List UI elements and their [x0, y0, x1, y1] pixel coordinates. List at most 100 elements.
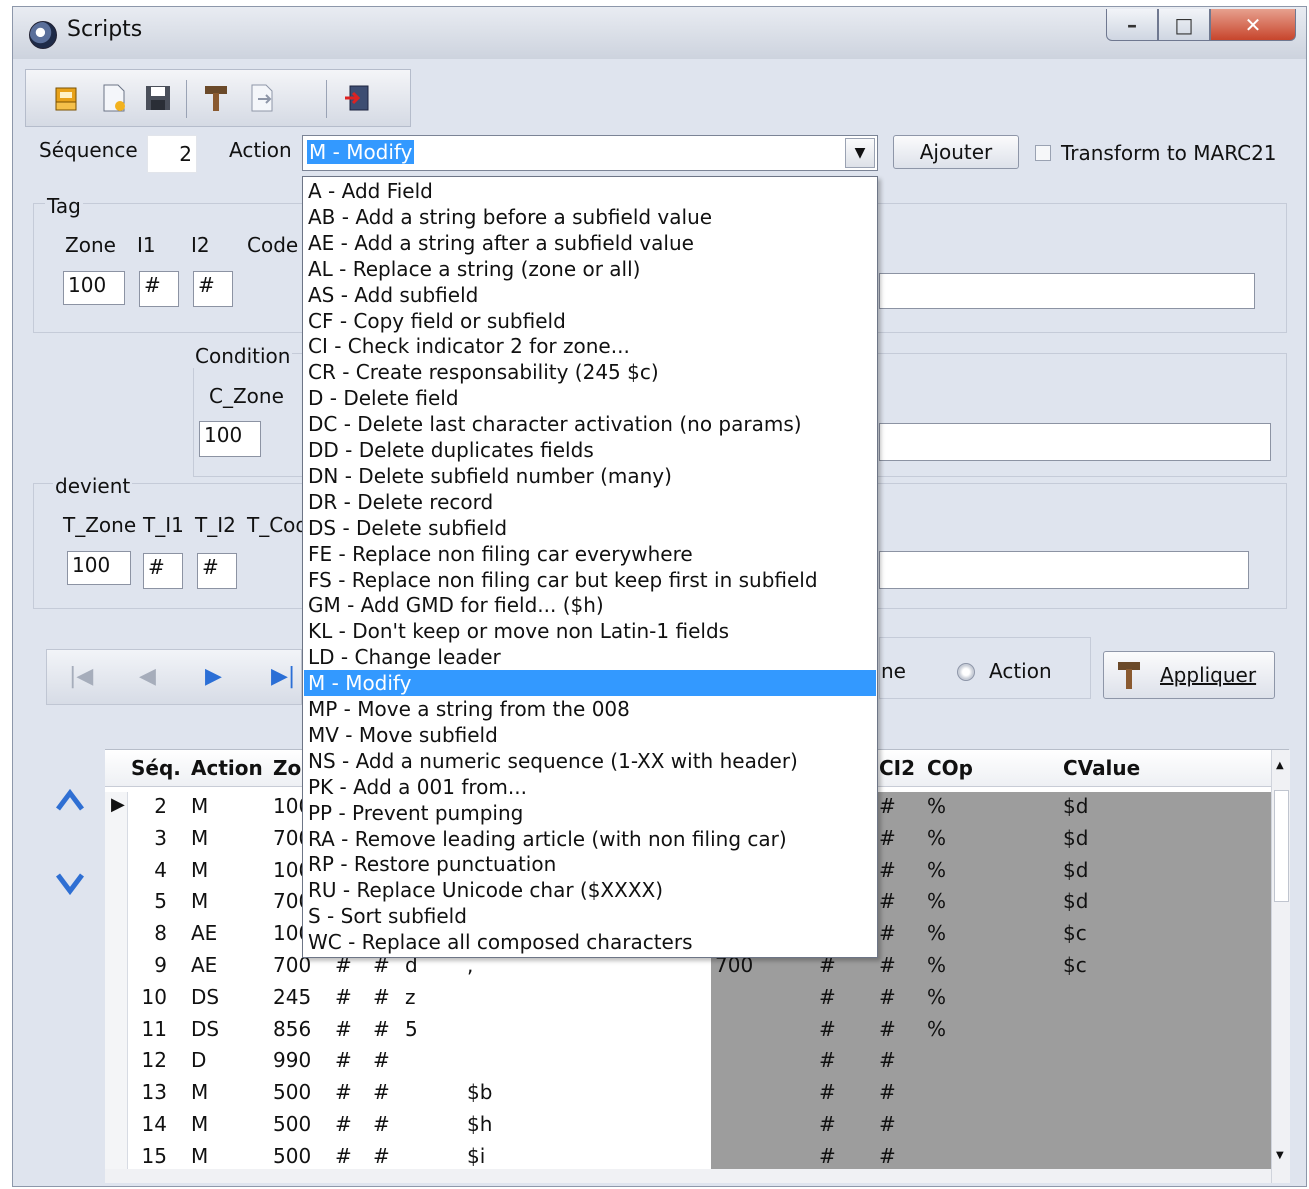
- dropdown-item[interactable]: D - Delete field: [304, 385, 876, 411]
- dropdown-item[interactable]: MP - Move a string from the 008: [304, 696, 876, 722]
- maximize-button[interactable]: □: [1158, 9, 1210, 41]
- table-row[interactable]: 13 M 500 # # $b # #: [105, 1078, 1289, 1110]
- c-zone-input[interactable]: 100: [199, 421, 261, 457]
- cell-ci2: #: [879, 857, 896, 882]
- t-i2-input[interactable]: #: [197, 553, 237, 589]
- toolbar-separator: [186, 80, 187, 118]
- dropdown-item[interactable]: AB - Add a string before a subfield valu…: [304, 204, 876, 230]
- transform-checkbox[interactable]: [1035, 145, 1051, 161]
- dropdown-item[interactable]: GM - Add GMD for field... ($h): [304, 592, 876, 618]
- dropdown-item[interactable]: RA - Remove leading article (with non fi…: [304, 826, 876, 852]
- ajouter-button[interactable]: Ajouter: [893, 135, 1019, 169]
- dropdown-item[interactable]: A - Add Field: [304, 178, 876, 204]
- move-up-icon[interactable]: [55, 787, 85, 817]
- action-combobox[interactable]: M - Modify ▼: [302, 135, 878, 171]
- dropdown-item[interactable]: DC - Delete last character activation (n…: [304, 411, 876, 437]
- dropdown-item[interactable]: CF - Copy field or subfield: [304, 308, 876, 334]
- devient-value-input[interactable]: [879, 551, 1249, 589]
- scroll-up-icon[interactable]: ▲: [1276, 760, 1284, 771]
- dropdown-item[interactable]: CI - Check indicator 2 for zone...: [304, 333, 876, 359]
- col-cop-header[interactable]: COp: [927, 756, 973, 780]
- dropdown-item[interactable]: AS - Add subfield: [304, 282, 876, 308]
- nav-first-button[interactable]: |◀: [69, 664, 93, 689]
- cell-zone: 990: [273, 1048, 312, 1073]
- cell-action: DS: [191, 984, 220, 1009]
- table-row[interactable]: 14 M 500 # # $h # #: [105, 1110, 1289, 1142]
- hammer-icon[interactable]: [200, 82, 232, 114]
- t-i1-label: T_I1: [143, 513, 184, 537]
- t-zone-input[interactable]: 100: [67, 551, 131, 585]
- grid-horizontal-scrollbar[interactable]: [105, 1169, 1271, 1183]
- cell-ci2: #: [879, 889, 896, 914]
- col-cvalue-header[interactable]: CValue: [1063, 756, 1140, 780]
- t-i1-input[interactable]: #: [143, 553, 183, 589]
- nav-prev-button[interactable]: ◀: [139, 664, 156, 689]
- new-document-icon[interactable]: [98, 82, 130, 114]
- i2-input[interactable]: #: [193, 271, 233, 307]
- minimize-button[interactable]: –: [1106, 9, 1158, 41]
- dropdown-item[interactable]: DN - Delete subfield number (many): [304, 463, 876, 489]
- dropdown-item[interactable]: FE - Replace non filing car everywhere: [304, 541, 876, 567]
- cell-cvalue: $d: [1063, 857, 1089, 882]
- i1-input[interactable]: #: [139, 271, 179, 307]
- cell-cvalue: $c: [1063, 953, 1087, 977]
- cell-ci2: #: [879, 921, 896, 946]
- dropdown-item[interactable]: CR - Create responsability (245 $c): [304, 359, 876, 385]
- col-seq-header[interactable]: Séq.: [131, 756, 181, 780]
- dropdown-item[interactable]: PP - Prevent pumping: [304, 800, 876, 826]
- dropdown-item[interactable]: FS - Replace non filing car but keep fir…: [304, 567, 876, 593]
- title-bar[interactable]: Scripts – □ ✕: [13, 7, 1306, 59]
- cell-i1: #: [335, 1080, 352, 1105]
- grid-vertical-scrollbar[interactable]: ▲ ▼: [1271, 750, 1290, 1183]
- scroll-down-icon[interactable]: ▼: [1276, 1150, 1284, 1161]
- condition-value-input[interactable]: [879, 423, 1271, 461]
- dropdown-item[interactable]: MV - Move subfield: [304, 722, 876, 748]
- zone-label: Zone: [65, 233, 116, 257]
- cell-cvalue: $d: [1063, 889, 1089, 914]
- cell-seq: 14: [141, 1112, 167, 1136]
- cell-zone: 500: [273, 1112, 312, 1136]
- nav-next-button[interactable]: ▶: [205, 664, 222, 689]
- sequence-input[interactable]: 2: [147, 135, 197, 173]
- cell-value: $i: [467, 1143, 486, 1168]
- dropdown-item[interactable]: AL - Replace a string (zone or all): [304, 256, 876, 282]
- tag-value-input[interactable]: [879, 273, 1255, 309]
- dropdown-item[interactable]: AE - Add a string after a subfield value: [304, 230, 876, 256]
- zone-input[interactable]: 100: [63, 271, 125, 305]
- cell-zone: 856: [273, 1016, 312, 1041]
- cell-seq: 10: [141, 984, 167, 1009]
- cell-seq: 5: [154, 889, 167, 914]
- col-action-header[interactable]: Action: [191, 756, 263, 780]
- dropdown-item[interactable]: WC - Replace all composed characters: [304, 929, 876, 955]
- dropdown-item[interactable]: DR - Delete record: [304, 489, 876, 515]
- dropdown-item[interactable]: KL - Don't keep or move non Latin-1 fiel…: [304, 618, 876, 644]
- export-document-icon[interactable]: [246, 82, 278, 114]
- close-button[interactable]: ✕: [1210, 9, 1296, 41]
- dropdown-item[interactable]: S - Sort subfield: [304, 903, 876, 929]
- dropdown-item[interactable]: NS - Add a numeric sequence (1-XX with h…: [304, 748, 876, 774]
- dropdown-item[interactable]: RP - Restore punctuation: [304, 851, 876, 877]
- table-row[interactable]: 11 DS 856 # #5 # #%: [105, 1015, 1289, 1047]
- grid-scroll-thumb[interactable]: [1274, 790, 1289, 902]
- dropdown-item[interactable]: LD - Change leader: [304, 644, 876, 670]
- dropdown-item[interactable]: RU - Replace Unicode char ($XXXX): [304, 877, 876, 903]
- save-icon[interactable]: [142, 82, 174, 114]
- action-dropdown-list[interactable]: A - Add Field AB - Add a string before a …: [302, 176, 878, 958]
- dropdown-item[interactable]: M - Modify: [304, 670, 876, 697]
- dropdown-item[interactable]: PK - Add a 001 from...: [304, 774, 876, 800]
- open-folder-icon[interactable]: [52, 82, 84, 114]
- dropdown-item[interactable]: DD - Delete duplicates fields: [304, 437, 876, 463]
- chevron-down-icon[interactable]: ▼: [845, 138, 875, 168]
- dropdown-item[interactable]: DS - Delete subfield: [304, 515, 876, 541]
- table-row[interactable]: 12 D 990 # # # #: [105, 1046, 1289, 1078]
- col-zone-header[interactable]: Zo: [273, 756, 301, 780]
- cell-seq: 13: [141, 1080, 167, 1105]
- exit-icon[interactable]: [342, 82, 374, 114]
- appliquer-button[interactable]: Appliquer: [1103, 651, 1275, 699]
- action-combobox-value: M - Modify: [307, 140, 415, 164]
- col-ci2-header[interactable]: CI2: [879, 756, 915, 780]
- move-down-icon[interactable]: [55, 867, 85, 897]
- table-row[interactable]: 10 DS 245 # # z # #%: [105, 983, 1289, 1015]
- radio-action[interactable]: [957, 663, 975, 681]
- nav-last-button[interactable]: ▶|: [271, 664, 295, 689]
